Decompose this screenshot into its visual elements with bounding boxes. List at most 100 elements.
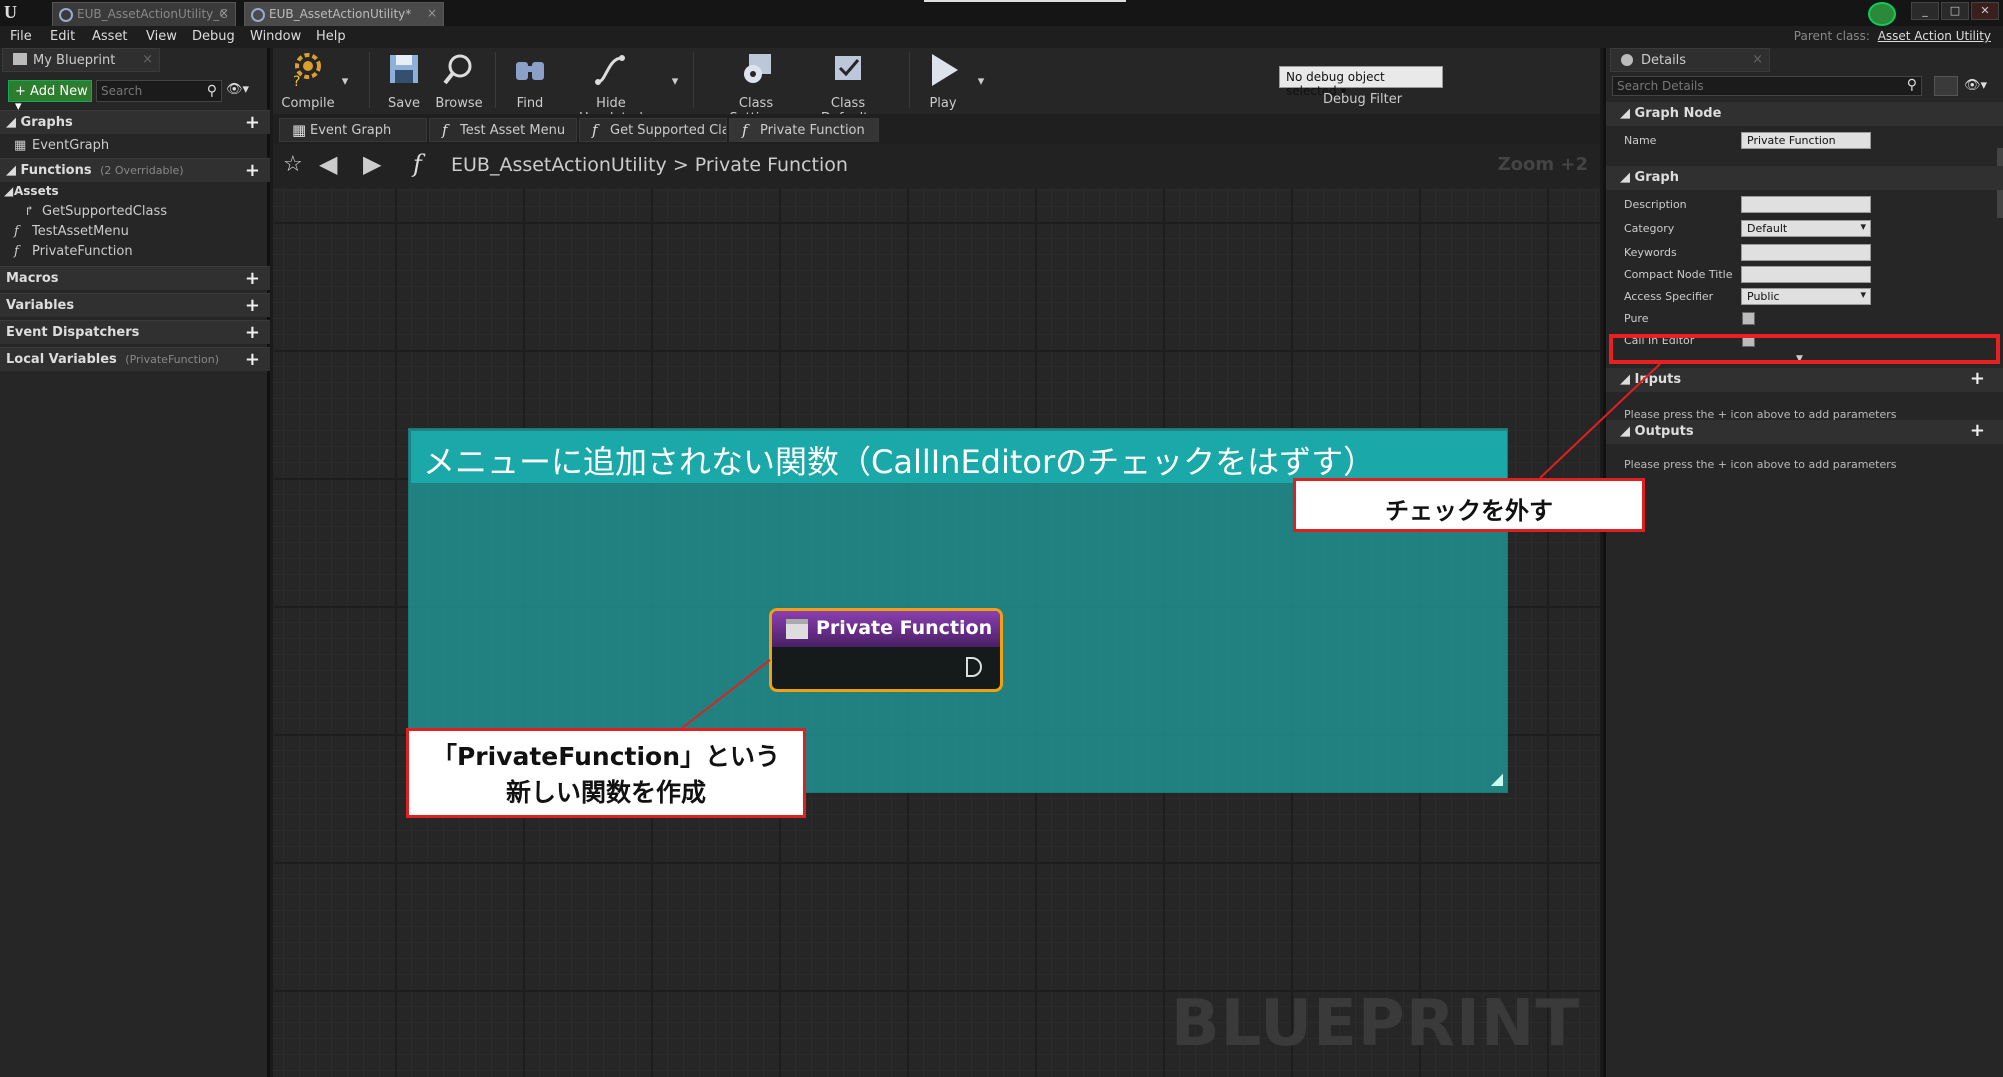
toolbar-separator [909,52,910,108]
resize-grip-icon[interactable]: ◢ [1491,769,1503,788]
compile-button[interactable]: ? Compile [279,52,337,111]
section-local-variables[interactable]: Local Variables (PrivateFunction) + [0,347,270,371]
menu-edit[interactable]: Edit [50,29,75,44]
compact-node-title-field[interactable] [1741,266,1871,283]
close-window-button[interactable]: ✕ [1971,2,1999,20]
menu-window[interactable]: Window [250,29,301,44]
debug-object-select[interactable]: No debug object selected ▾ [1279,66,1443,98]
add-variable-icon[interactable]: + [245,295,260,316]
graph-item-eventgraph[interactable]: ▦ EventGraph [14,138,109,153]
add-graph-icon[interactable]: + [245,112,260,133]
menu-bar: File Edit Asset View Debug Window Help P… [0,26,2003,48]
maximize-button[interactable]: □ [1941,2,1969,20]
exec-pin-icon[interactable] [966,657,982,677]
category-inputs[interactable]: ◢ Inputs + [1606,368,2003,392]
source-control-icon[interactable] [1868,2,1896,26]
function-item-testassetmenu[interactable]: f TestAssetMenu [14,224,129,239]
add-new-button[interactable]: + Add New ▾ [8,80,92,114]
doc-tab-blueprint[interactable]: EUB_AssetActionUtility* × [244,2,444,26]
forward-arrow-icon[interactable]: ▶ [363,150,381,178]
hide-unrelated-icon [595,55,625,85]
compile-label: Compile [281,96,335,111]
comment-title[interactable]: メニューに追加されない関数（CallInEditorのチェックをはずす） [411,431,1507,483]
search-icon: ⚲ [206,83,217,99]
row-access-specifier: Access Specifier Public [1606,286,2003,308]
function-item-label: PrivateFunction [32,244,133,259]
close-tab-icon[interactable]: × [142,52,153,67]
play-options-dropdown[interactable]: ▾ [973,74,989,89]
keywords-field[interactable] [1741,244,1871,261]
breadcrumb-separator: > [672,154,689,176]
menu-asset[interactable]: Asset [92,29,128,44]
section-event-dispatchers[interactable]: Event Dispatchers + [0,320,270,344]
doc-tab-generated[interactable]: EUB_AssetActionUtility_C × [52,2,236,26]
parent-class-link[interactable]: Asset Action Utility [1878,29,1991,43]
tab-event-graph[interactable]: ▦ Event Graph [279,118,427,142]
tab-test-asset-menu[interactable]: f Test Asset Menu [429,118,577,142]
blueprint-tab-icon [251,8,265,22]
my-blueprint-tab[interactable]: My Blueprint × [2,48,160,72]
blueprint-tab-icon [59,8,73,22]
name-field[interactable]: Private Function [1741,132,1871,149]
details-search-input[interactable]: Search Details ⚲ [1612,76,1922,96]
function-item-privatefunction[interactable]: f PrivateFunction [14,244,133,259]
menu-debug[interactable]: Debug [192,29,235,44]
section-macros[interactable]: Macros + [0,266,270,290]
tab-private-function[interactable]: f Private Function [729,118,879,142]
toolbar: ? Compile ▾ Save Browse Find Hide Unrela… [273,48,1600,126]
back-arrow-icon[interactable]: ◀ [319,150,337,178]
menu-view[interactable]: View [146,29,177,44]
close-tab-icon[interactable]: × [427,6,437,20]
section-graphs[interactable]: ◢ Graphs + [0,110,270,134]
find-button[interactable]: Find [507,52,553,111]
browse-button[interactable]: Browse [433,52,485,111]
category-graph[interactable]: ◢ Graph [1606,166,2003,190]
tab-label: Private Function [760,123,865,138]
compile-options-dropdown[interactable]: ▾ [337,74,353,89]
minimize-button[interactable]: _ [1911,2,1939,20]
details-tab[interactable]: Details × [1610,48,1770,72]
assets-group[interactable]: ◢ Assets [4,184,59,198]
close-tab-icon[interactable]: × [1752,52,1763,67]
section-variables[interactable]: Variables + [0,293,270,317]
function-item-getsupportedclass[interactable]: ↱ GetSupportedClass [24,204,167,219]
menu-file[interactable]: File [10,29,32,44]
play-button[interactable]: Play [921,52,965,111]
tab-label: Get Supported Clas [610,123,727,138]
hide-unrelated-dropdown[interactable]: ▾ [667,74,683,89]
category-graph-node[interactable]: ◢ Graph Node [1606,102,2003,126]
category-select[interactable]: Default [1741,220,1871,237]
view-options-icon[interactable]: 👁▾ [1964,78,1987,93]
property-label: Description [1624,198,1687,211]
function-icon: f [442,121,448,139]
function-entry-icon [786,619,808,639]
section-functions[interactable]: ◢ Functions (2 Overridable) + [0,158,270,182]
tab-get-supported-class[interactable]: f Get Supported Clas [579,118,727,142]
breadcrumb-asset[interactable]: EUB_AssetActionUtility [451,154,667,176]
add-macro-icon[interactable]: + [245,268,260,289]
category-label: Graph [1634,170,1679,185]
row-compact-node-title: Compact Node Title [1606,264,2003,286]
category-outputs[interactable]: ◢ Outputs + [1606,420,2003,444]
pure-checkbox[interactable] [1742,312,1755,325]
search-placeholder: Search Details [1617,79,1704,93]
add-new-label: Add New [30,84,88,99]
property-matrix-icon[interactable] [1934,76,1958,96]
graph-canvas[interactable]: メニューに追加されない関数（CallInEditorのチェックをはずす） ◢ P… [273,188,1600,1077]
add-input-icon[interactable]: + [1970,368,1985,389]
description-field[interactable] [1741,196,1871,213]
favorite-star-icon[interactable]: ☆ [283,152,303,177]
save-button[interactable]: Save [381,52,427,111]
add-output-icon[interactable]: + [1970,420,1985,441]
add-function-icon[interactable]: + [245,160,260,181]
function-entry-node[interactable]: Private Function [769,608,1003,692]
close-tab-icon[interactable]: × [219,6,229,20]
add-local-variable-icon[interactable]: + [245,349,260,370]
function-icon: f [742,121,748,139]
access-specifier-select[interactable]: Public [1741,288,1871,305]
menu-help[interactable]: Help [316,29,346,44]
blueprint-search-input[interactable]: Search ⚲ [96,80,222,102]
view-options-icon[interactable]: 👁▾ [226,82,249,97]
breadcrumb-function[interactable]: Private Function [695,154,848,176]
add-event-dispatcher-icon[interactable]: + [245,322,260,343]
